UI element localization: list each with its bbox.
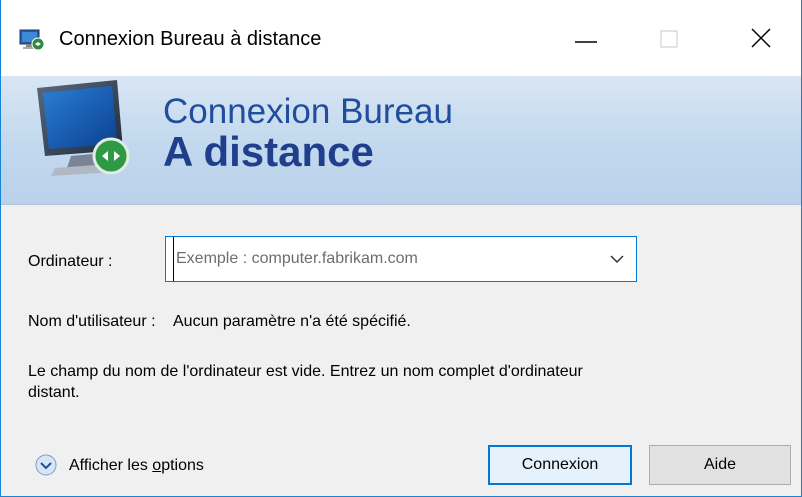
help-button[interactable]: Aide	[649, 445, 791, 485]
show-options-link[interactable]: Afficher les options	[69, 457, 204, 475]
banner-title-line2: A distance	[163, 128, 374, 175]
minimize-icon	[575, 41, 597, 43]
computer-combobox[interactable]	[165, 236, 637, 282]
banner-title-line1: Connexion Bureau	[163, 92, 453, 131]
remote-desktop-icon	[19, 29, 45, 51]
remote-monitor-icon	[37, 80, 130, 176]
expand-circle-icon[interactable]	[35, 454, 57, 476]
title-bar[interactable]: Connexion Bureau à distance	[1, 0, 801, 76]
username-label: Nom d'utilisateur :	[28, 313, 156, 330]
chevron-down-icon[interactable]	[610, 254, 624, 264]
close-button[interactable]	[708, 14, 800, 64]
options-label-accesskey: o	[152, 457, 162, 474]
close-icon	[751, 28, 771, 48]
options-label-suffix: ptions	[161, 457, 204, 474]
connect-button[interactable]: Connexion	[488, 445, 632, 485]
info-message: Le champ du nom de l'ordinateur est vide…	[28, 363, 583, 401]
rdp-window: Connexion Bureau à distance Connexion Bu…	[0, 0, 802, 497]
computer-input[interactable]	[173, 237, 593, 281]
window-title: Connexion Bureau à distance	[59, 28, 322, 50]
computer-label: Ordinateur :	[28, 253, 113, 270]
banner-divider	[1, 204, 801, 205]
options-label-prefix: Afficher les	[69, 457, 153, 474]
username-value: Aucun paramètre n'a été spécifié.	[173, 313, 411, 330]
minimize-button[interactable]	[556, 14, 648, 64]
